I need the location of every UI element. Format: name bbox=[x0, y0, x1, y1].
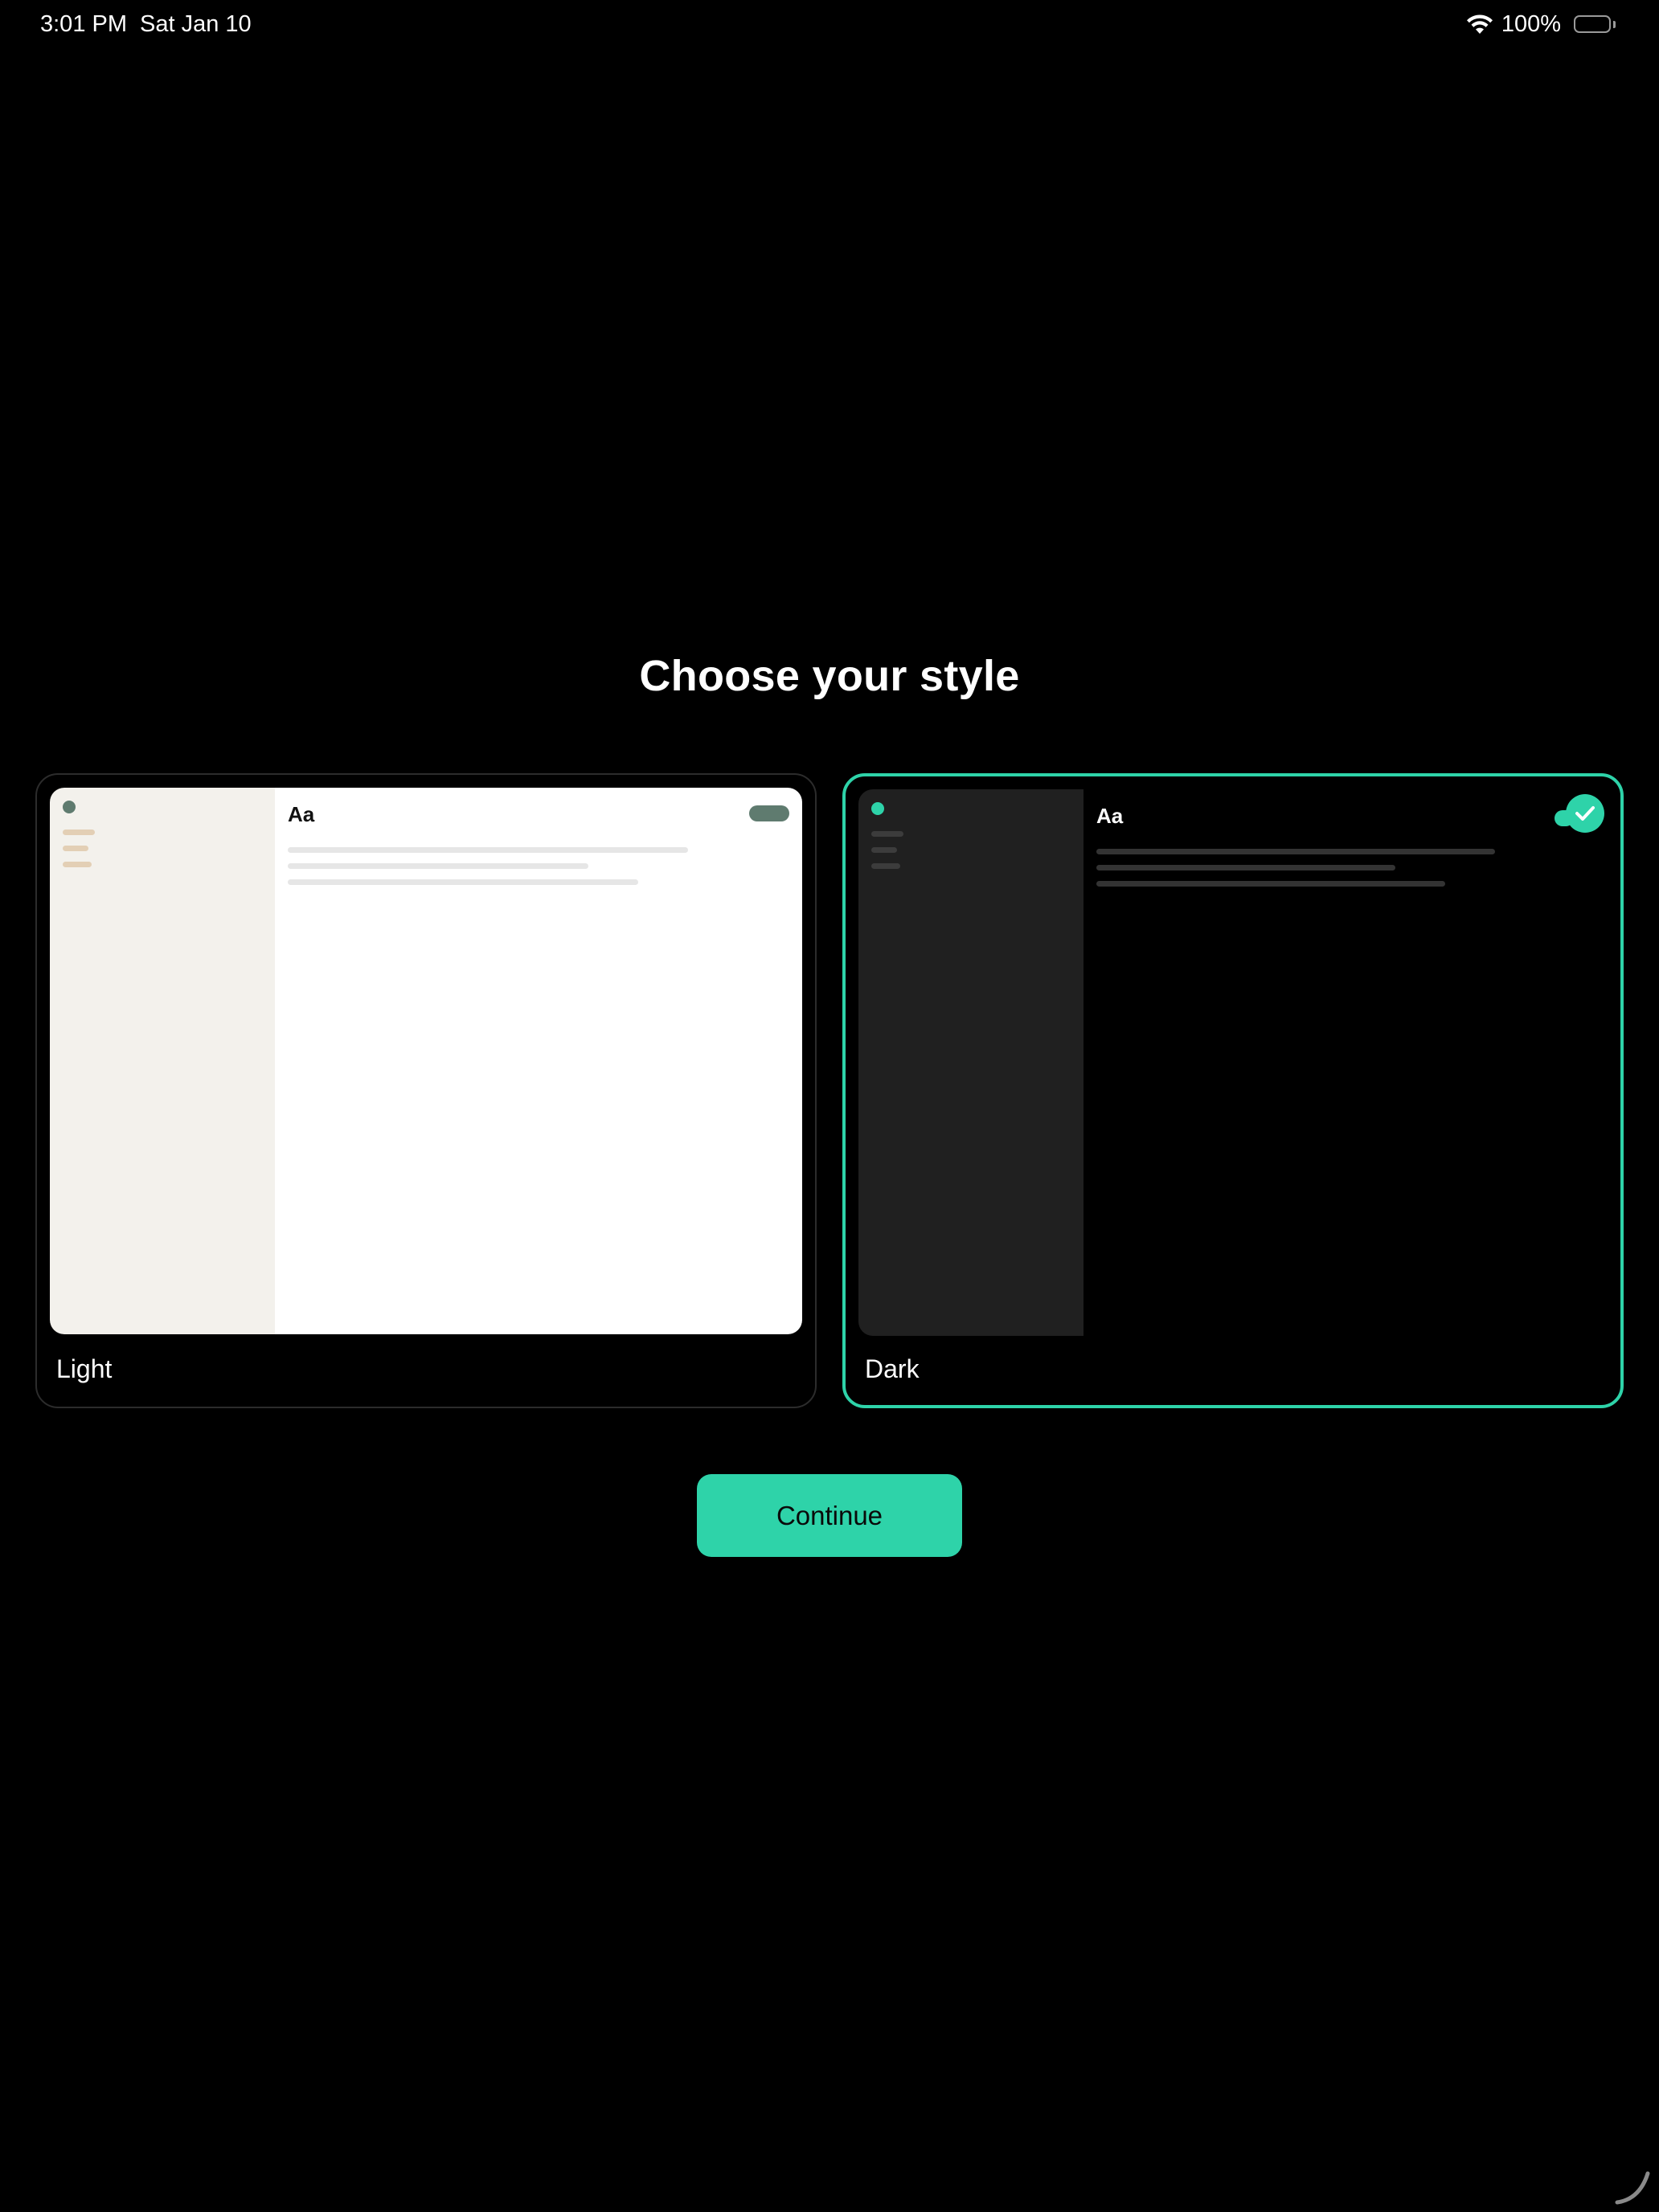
checkmark-icon bbox=[1566, 794, 1604, 833]
preview-main: Aa bbox=[275, 788, 802, 1334]
preview-sidebar-line bbox=[63, 830, 95, 835]
style-picker-screen: 3:01 PM Sat Jan 10 100% Choose your styl… bbox=[0, 0, 1659, 2212]
battery-percent: 100% bbox=[1501, 11, 1561, 37]
preview-main: Aa bbox=[1083, 789, 1611, 1336]
resize-handle-icon[interactable] bbox=[1612, 2167, 1653, 2207]
preview-text-line bbox=[288, 863, 588, 869]
preview-text-line bbox=[1096, 881, 1445, 887]
preview-sidebar bbox=[858, 789, 1083, 1336]
status-date: Sat Jan 10 bbox=[140, 11, 252, 37]
continue-button[interactable]: Continue bbox=[697, 1474, 962, 1557]
option-label: Dark bbox=[865, 1354, 920, 1383]
preview-dot bbox=[871, 802, 884, 815]
option-label: Light bbox=[56, 1354, 113, 1383]
status-bar: 3:01 PM Sat Jan 10 100% bbox=[0, 0, 1659, 51]
dark-preview: Aa bbox=[858, 789, 1611, 1336]
status-indicators: 100% bbox=[1466, 11, 1617, 38]
preview-sidebar-line bbox=[63, 862, 92, 867]
preview-dot bbox=[63, 801, 76, 813]
preview-sidebar-line bbox=[871, 847, 897, 853]
light-preview: Aa bbox=[50, 788, 802, 1334]
preview-heading: Aa bbox=[1096, 804, 1124, 828]
preview-sidebar-line bbox=[63, 846, 88, 851]
page-title: Choose your style bbox=[639, 652, 1020, 700]
preview-text-line bbox=[288, 879, 638, 885]
preview-sidebar bbox=[50, 788, 275, 1334]
preview-text-line bbox=[1096, 849, 1495, 854]
preview-toggle bbox=[749, 805, 789, 821]
dark-style-option[interactable]: Aa Dark bbox=[842, 773, 1624, 1408]
wifi-icon bbox=[1466, 14, 1493, 35]
light-style-option[interactable]: Aa Light bbox=[35, 773, 817, 1408]
preview-text-line bbox=[1096, 865, 1395, 870]
battery-icon bbox=[1574, 14, 1617, 35]
status-time: 3:01 PM bbox=[40, 11, 127, 37]
preview-heading: Aa bbox=[288, 802, 315, 826]
preview-sidebar-line bbox=[871, 863, 900, 869]
preview-sidebar-line bbox=[871, 831, 903, 837]
preview-text-line bbox=[288, 847, 688, 853]
